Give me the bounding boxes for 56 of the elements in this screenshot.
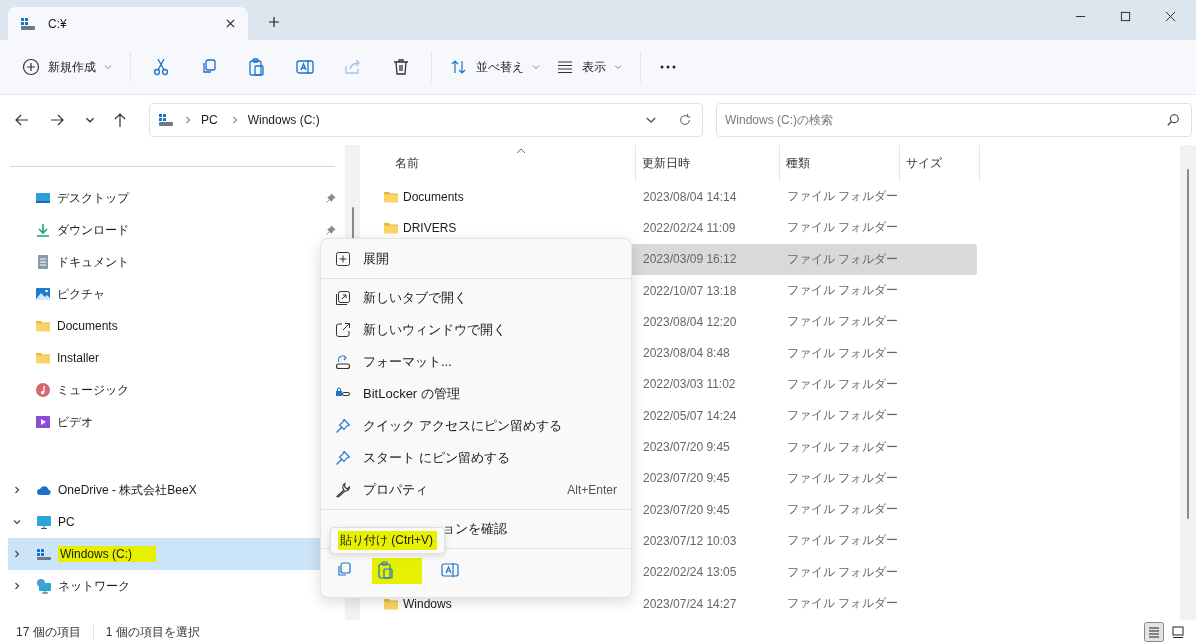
file-name: Windows xyxy=(403,596,452,611)
type-cell-text: ファイル フォルダー xyxy=(786,595,900,612)
date-cell-text: 2023/03/09 16:12 xyxy=(642,252,738,267)
tree-item-label: ネットワーク xyxy=(58,577,130,595)
tooltip-text: 貼り付け (Ctrl+V) xyxy=(338,531,437,550)
date-cell-text: 2023/08/04 14:14 xyxy=(642,189,738,204)
selection-count: 1 個の項目を選択 xyxy=(105,623,200,641)
sidebar-item-label: ビデオ xyxy=(57,413,93,431)
menu-item-label: BitLocker の管理 xyxy=(363,385,461,403)
date-cell-text: 2022/02/24 11:09 xyxy=(642,220,737,235)
type-cell-text: ファイル フォルダー xyxy=(786,469,900,487)
sidebar-item-label: Documents xyxy=(57,319,118,333)
date-cell-text: 2022/03/03 11:02 xyxy=(642,377,737,392)
type-cell-text: ファイル フォルダー xyxy=(786,532,900,550)
type-cell-text: ファイル フォルダー xyxy=(786,188,900,206)
file-name: Documents xyxy=(403,189,464,204)
type-cell-text: ファイル フォルダー xyxy=(786,282,900,300)
date-cell-text: 2023/07/20 9:45 xyxy=(642,502,731,517)
window-title: C:¥ xyxy=(48,16,68,31)
tree-item-label: OneDrive - 株式会社BeeX xyxy=(58,481,197,499)
date-cell-text: 2023/07/12 10:03 xyxy=(642,533,738,548)
sidebar-item-label: ミュージック xyxy=(57,381,129,399)
type-cell-text: ファイル フォルダー xyxy=(786,407,900,425)
sidebar-item-label: ドキュメント xyxy=(57,253,129,271)
type-cell-text: ファイル フォルダー xyxy=(786,563,900,581)
type-cell-text: ファイル フォルダー xyxy=(786,219,900,237)
type-cell-text: ファイル フォルダー xyxy=(786,250,900,268)
type-cell-text: ファイル フォルダー xyxy=(786,313,900,331)
menu-item-label: ョンを確認 xyxy=(442,520,508,538)
type-cell-text: ファイル フォルダー xyxy=(786,501,900,519)
date-cell-text: 2023/08/04 12:20 xyxy=(642,314,738,329)
tree-item-label: Windows (C:) xyxy=(58,546,156,562)
item-count: 17 個の項目 xyxy=(16,623,81,641)
date-cell-text: 2022/10/07 13:18 xyxy=(642,283,738,298)
type-cell-text: ファイル フォルダー xyxy=(786,438,900,456)
sidebar-item-label: ピクチャ xyxy=(57,285,105,303)
type-cell-text: ファイル フォルダー xyxy=(786,344,900,362)
menu-item-label: フォーマット... xyxy=(363,353,453,371)
date-cell-text: 2023/07/20 9:45 xyxy=(642,471,731,486)
sidebar-item-label: デスクトップ xyxy=(57,189,129,207)
menu-item-label: スタート にピン留めする xyxy=(363,449,511,467)
date-cell-text: 2022/05/07 14:24 xyxy=(642,408,738,423)
type-cell-text: ファイル フォルダー xyxy=(786,375,900,393)
menu-item-label: クイック アクセスにピン留めする xyxy=(363,417,563,435)
file-name: DRIVERS xyxy=(403,220,457,235)
date-cell-text: 2023/07/20 9:45 xyxy=(642,440,731,454)
shortcut-label: Alt+Enter xyxy=(567,483,617,497)
menu-item-label: 新しいウィンドウで開く xyxy=(363,321,507,339)
date-cell-text: 2022/02/24 13:05 xyxy=(642,565,738,580)
date-cell-text: 2023/07/24 14:27 xyxy=(642,596,738,611)
sidebar-item-label: ダウンロード xyxy=(57,221,129,239)
date-cell-text: 2023/08/04 8:48 xyxy=(642,346,731,361)
sidebar-item-label: Installer xyxy=(57,351,100,365)
tree-item-label: PC xyxy=(58,515,75,529)
menu-item-label: プロパティ xyxy=(363,481,429,499)
menu-item-label: 新しいタブで開く xyxy=(363,289,468,307)
